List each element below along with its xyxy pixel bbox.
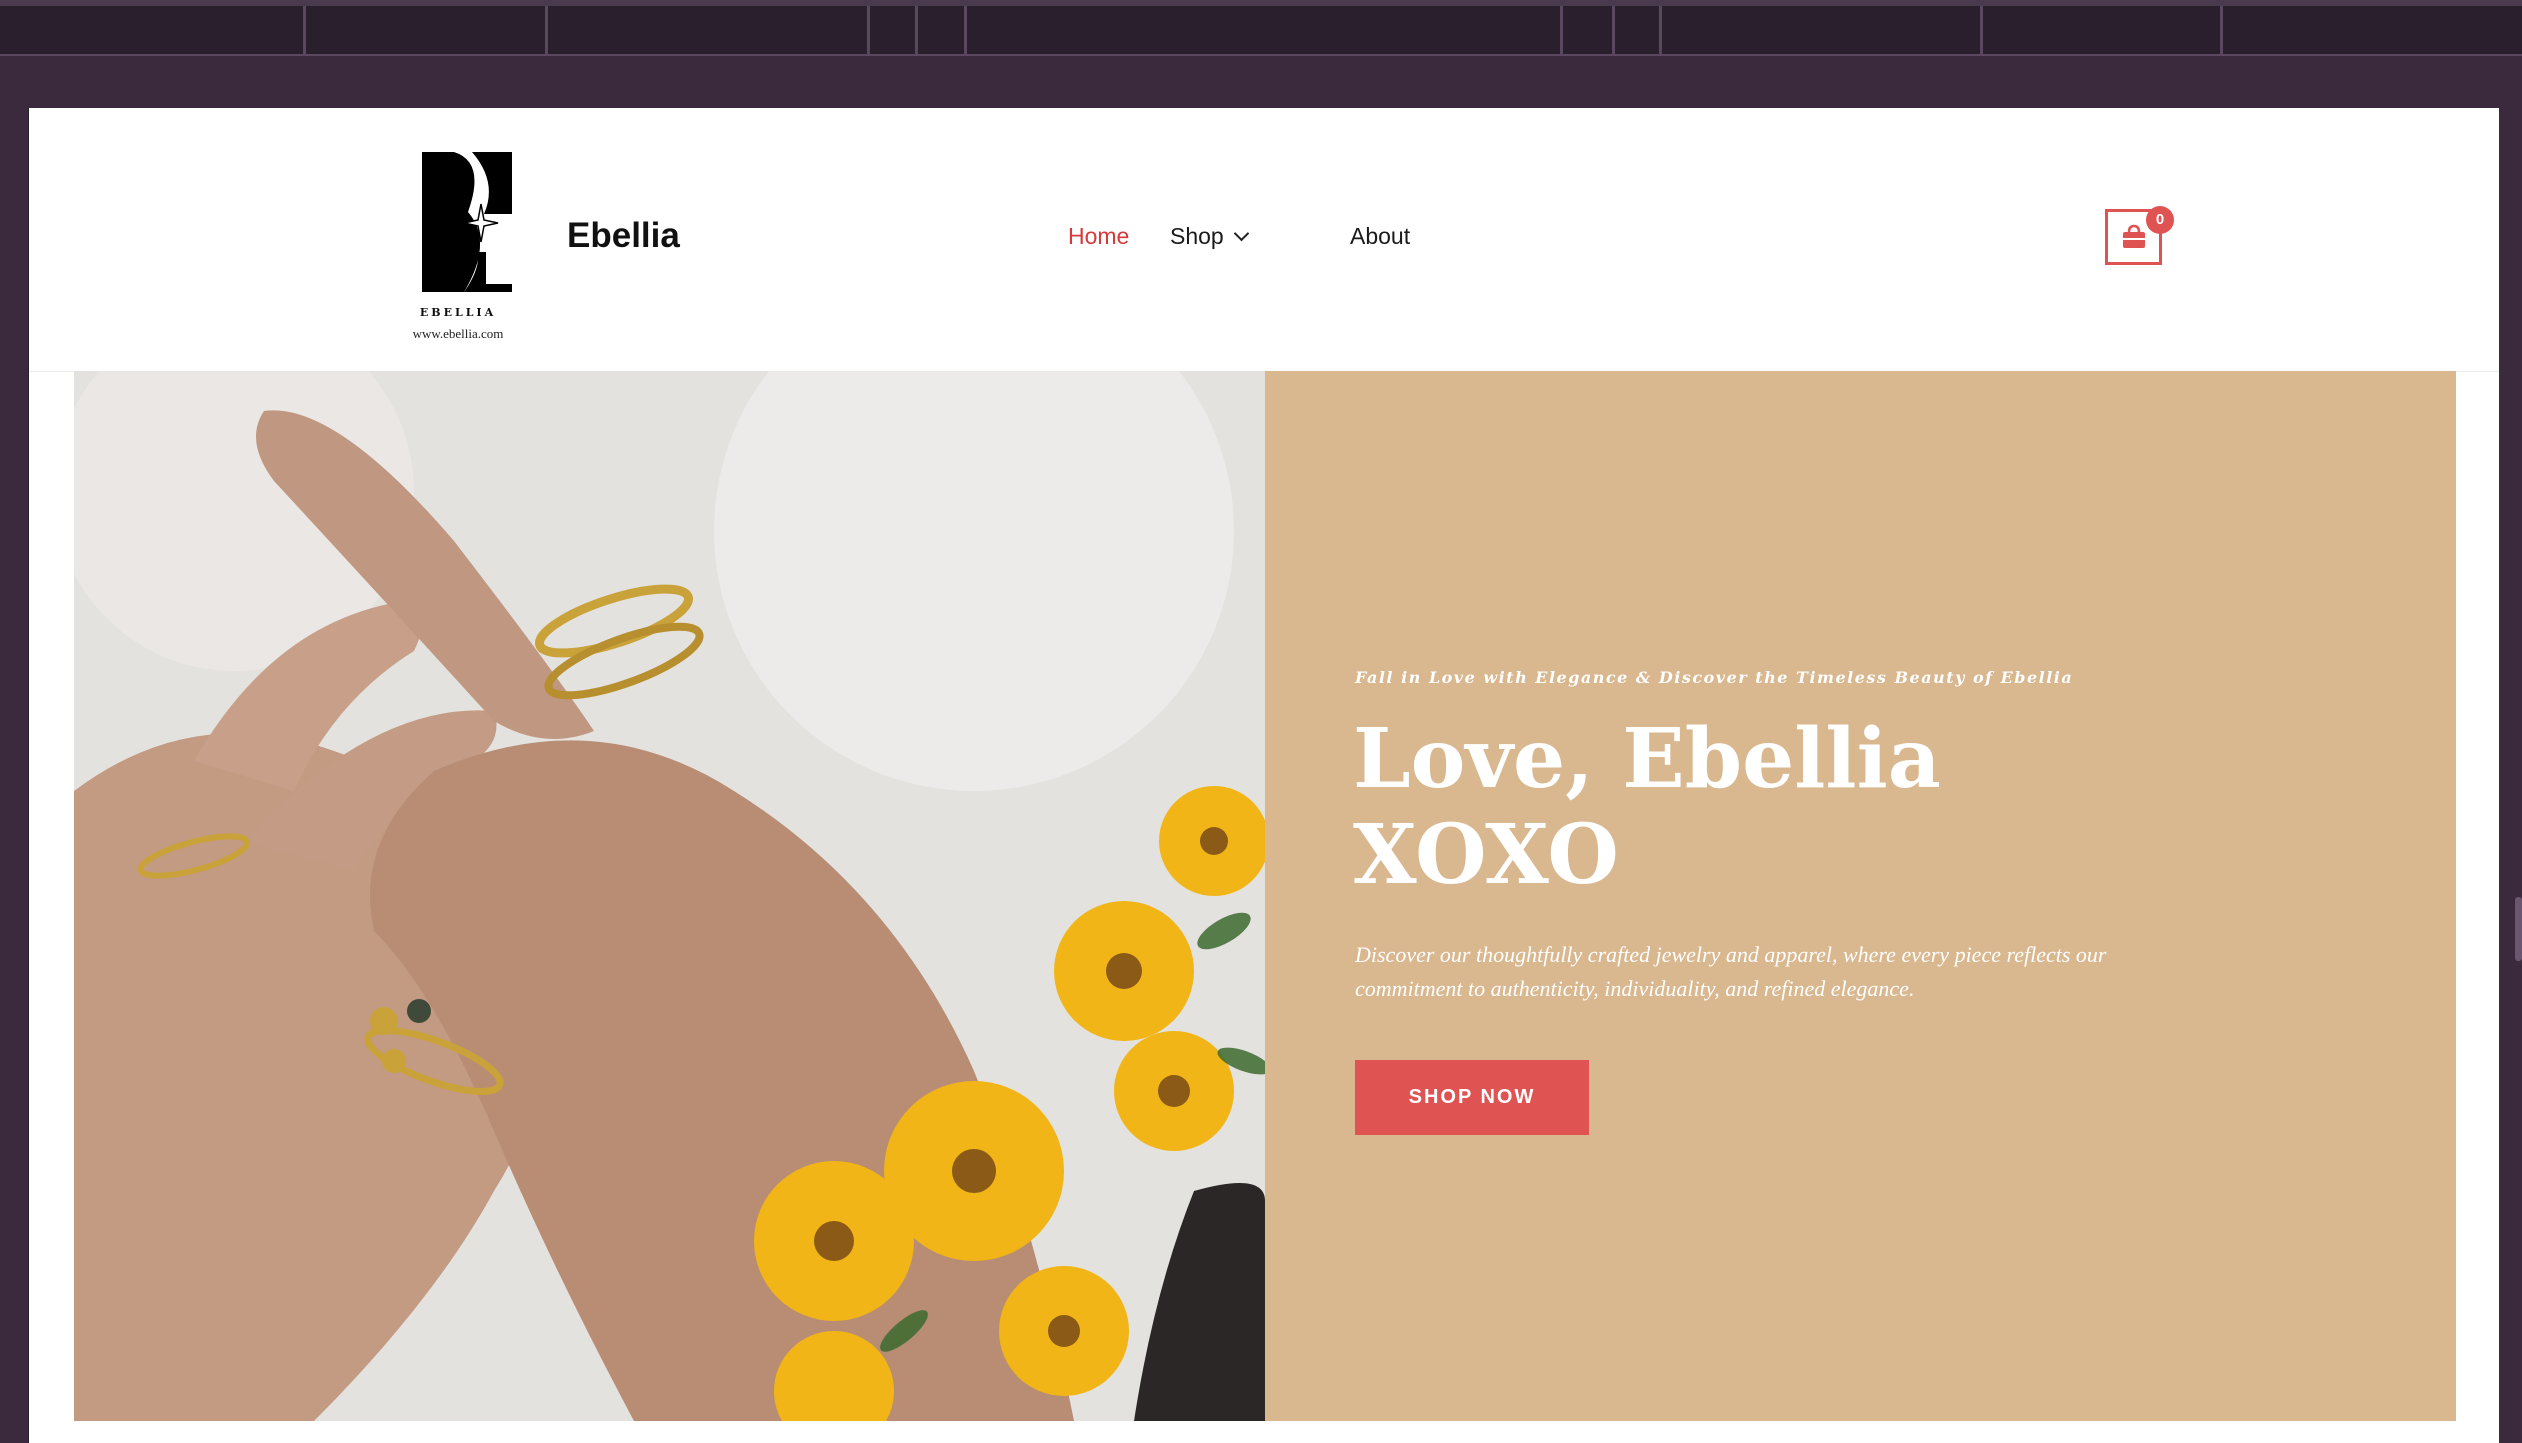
- hero-image: [74, 371, 1265, 1421]
- hero-headline: Love, Ebellia XOXO: [1353, 711, 2253, 903]
- tab-divider: [1980, 6, 1983, 54]
- hero-eyebrow: Fall in Love with Elegance & Discover th…: [1355, 668, 2074, 687]
- nav-item-label: Shop: [1170, 223, 1224, 249]
- shopping-bag-icon: [2123, 224, 2145, 248]
- shop-now-button[interactable]: SHOP NOW: [1355, 1060, 1589, 1135]
- hero-description: Discover our thoughtfully crafted jewelr…: [1355, 942, 2107, 1001]
- hero-headline-line: XOXO: [1353, 807, 1619, 903]
- tab-divider: [303, 6, 306, 54]
- nav-item-shop[interactable]: Shop: [1170, 223, 1249, 250]
- logo-wordmark: EBELLIA: [419, 306, 497, 319]
- nav-item-about[interactable]: About: [1350, 223, 1410, 250]
- tab-divider: [545, 6, 548, 54]
- nav-item-label: About: [1350, 223, 1411, 249]
- tab-divider: [1612, 6, 1615, 54]
- tab-divider: [867, 6, 870, 54]
- tab-divider: [1560, 6, 1563, 54]
- hero-content-panel: Fall in Love with Elegance & Discover th…: [1265, 371, 2456, 1421]
- site-title[interactable]: Ebellia: [567, 216, 680, 256]
- logo-url: www.ebellia.com: [412, 326, 504, 341]
- top-toolbar-strip: [0, 0, 2522, 56]
- page-scrollbar-track[interactable]: [2498, 108, 2522, 1443]
- nav-item-label: Home: [1068, 223, 1130, 249]
- toolbar-band: [0, 56, 2522, 108]
- cart-count-badge: 0: [2146, 206, 2174, 234]
- tab-divider: [1659, 6, 1662, 54]
- site-logo[interactable]: EBELLIA www.ebellia.com: [402, 142, 514, 342]
- tab-divider: [2220, 6, 2223, 54]
- logo-mark-icon: [422, 152, 512, 292]
- site-header: EBELLIA www.ebellia.com Ebellia Home Sho…: [29, 108, 2499, 372]
- hero-headline-line: Love, Ebellia: [1353, 711, 1941, 807]
- chevron-down-icon: [1233, 225, 1249, 242]
- website-viewport: EBELLIA www.ebellia.com Ebellia Home Sho…: [28, 108, 2499, 1443]
- nav-item-home[interactable]: Home: [1068, 223, 1129, 250]
- page-scrollbar-thumb[interactable]: [2515, 897, 2522, 961]
- tab-divider: [964, 6, 967, 54]
- hands-with-rings-image: [74, 371, 1265, 1421]
- tab-divider: [915, 6, 918, 54]
